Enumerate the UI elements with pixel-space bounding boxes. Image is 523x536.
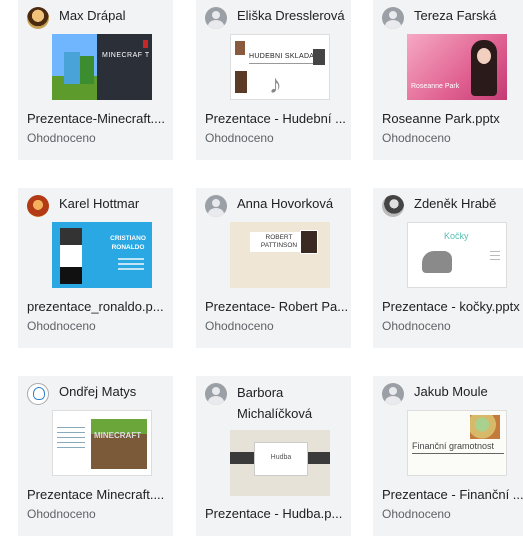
presentation-thumbnail[interactable]: Roseanne Park: [407, 34, 507, 100]
presentation-thumbnail[interactable]: MINECRAF T: [52, 34, 152, 100]
presentation-thumbnail[interactable]: Kočky: [407, 222, 507, 288]
avatar: [382, 7, 404, 29]
file-title[interactable]: Prezentace-Minecraft....: [27, 111, 169, 126]
file-title[interactable]: prezentace_ronaldo.p...: [27, 299, 169, 314]
student-name: Anna Hovorková: [237, 196, 334, 211]
status-label: Ohodnoceno: [27, 507, 96, 521]
submission-card[interactable]: Jakub Moule Finanční gramotnost Prezenta…: [373, 376, 523, 536]
avatar: [382, 383, 404, 405]
student-name: Tereza Farská: [414, 8, 497, 23]
submission-card[interactable]: Ondřej Matys Prezentace Minecraft.... Oh…: [18, 376, 173, 536]
file-title[interactable]: Prezentace - Finanční ...: [382, 487, 523, 502]
file-title[interactable]: Prezentace - Hudba.p...: [205, 506, 347, 521]
submission-card[interactable]: Karel Hottmar CRISTIANO RONALDO prezenta…: [18, 188, 173, 348]
avatar: [205, 195, 227, 217]
avatar: [27, 195, 49, 217]
student-name: Barbora Michalíčková: [237, 385, 313, 421]
student-name: Eliška Dresslerová: [237, 8, 345, 23]
submission-card[interactable]: Anna Hovorková ROBERT PATTINSON Prezenta…: [196, 188, 351, 348]
status-label: Ohodnoceno: [205, 131, 274, 145]
student-name: Ondřej Matys: [59, 384, 137, 399]
submission-card[interactable]: Tereza Farská Roseanne Park Roseanne Par…: [373, 0, 523, 160]
status-label: Ohodnoceno: [382, 507, 451, 521]
student-name: Karel Hottmar: [59, 196, 140, 211]
presentation-thumbnail[interactable]: HUDEBNÍ SKLADATELÉ♪: [230, 34, 330, 100]
presentation-thumbnail[interactable]: [52, 410, 152, 476]
file-title[interactable]: Roseanne Park.pptx: [382, 111, 523, 126]
avatar: [205, 7, 227, 29]
submission-card[interactable]: Max Drápal MINECRAF T Prezentace-Minecra…: [18, 0, 173, 160]
file-title[interactable]: Prezentace - Hudební ...: [205, 111, 347, 126]
file-title[interactable]: Prezentace Minecraft....: [27, 487, 169, 502]
submission-card[interactable]: Eliška Dresslerová HUDEBNÍ SKLADATELÉ♪ P…: [196, 0, 351, 160]
student-name: Max Drápal: [59, 8, 126, 23]
status-label: Ohodnoceno: [382, 131, 451, 145]
presentation-thumbnail[interactable]: CRISTIANO RONALDO: [52, 222, 152, 288]
presentation-thumbnail[interactable]: ROBERT PATTINSON: [230, 222, 330, 288]
submission-card[interactable]: Zdeněk Hrabě Kočky Prezentace - kočky.pp…: [373, 188, 523, 348]
submission-card[interactable]: Barbora Michalíčková Hudba Prezentace - …: [196, 376, 351, 536]
status-label: Ohodnoceno: [27, 131, 96, 145]
avatar: [382, 195, 404, 217]
avatar: [27, 7, 49, 29]
student-name: Zdeněk Hrabě: [414, 196, 497, 211]
status-label: Ohodnoceno: [382, 319, 451, 333]
file-title[interactable]: Prezentace - kočky.pptx: [382, 299, 523, 314]
presentation-thumbnail[interactable]: Hudba: [230, 430, 330, 496]
avatar: [205, 383, 227, 405]
status-label: Ohodnoceno: [27, 319, 96, 333]
presentation-thumbnail[interactable]: Finanční gramotnost: [407, 410, 507, 476]
file-title[interactable]: Prezentace- Robert Pa...: [205, 299, 347, 314]
status-label: Ohodnoceno: [205, 319, 274, 333]
avatar: [27, 383, 49, 405]
student-name: Jakub Moule: [414, 384, 488, 399]
